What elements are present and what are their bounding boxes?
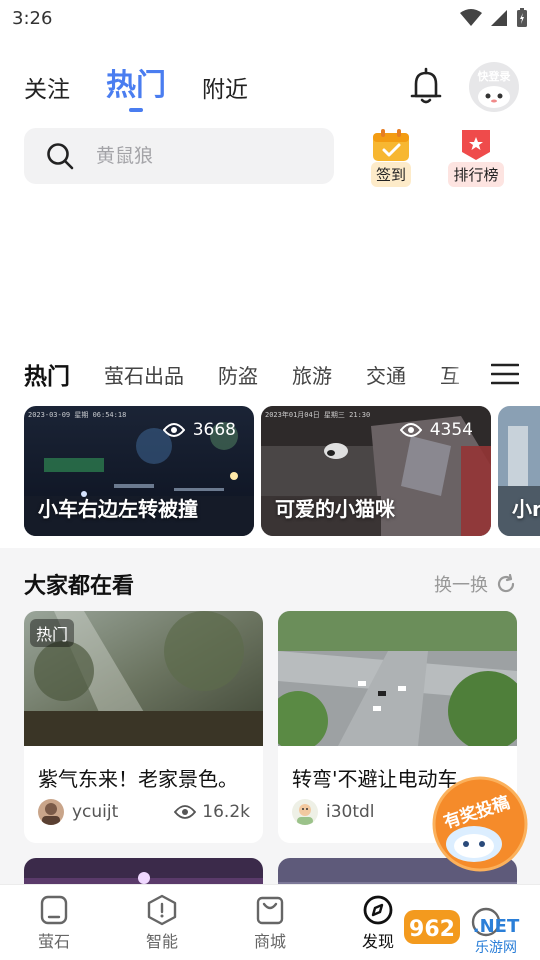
nav-smart[interactable]: 智能 <box>108 885 216 960</box>
menu-icon <box>491 363 519 385</box>
hot-video-card[interactable]: 2023年01月04日 星期三 21:30 4354 可爱的小猫咪 <box>261 406 491 536</box>
bell-icon[interactable] <box>408 66 444 106</box>
category-traffic[interactable]: 交通 <box>366 360 406 389</box>
status-icons <box>460 8 528 28</box>
nav-label: 智能 <box>145 931 178 951</box>
category-menu-button[interactable] <box>470 346 540 402</box>
section-header: 大家都在看 换一换 <box>24 568 516 600</box>
hot-tag: 热门 <box>30 619 75 647</box>
hot-video-strip: 2023-03-09 星期 06:54:18 3668 小车右边左转被撞 202… <box>0 402 540 548</box>
svg-text:.NET: .NET <box>473 916 520 937</box>
video-title: 小n <box>512 497 540 521</box>
hot-video-card[interactable]: 小n <box>498 406 540 536</box>
feed-thumbnail: 热门 <box>24 611 263 746</box>
video-timestamp: 2023年01月04日 星期三 21:30 <box>265 411 371 419</box>
eye-icon <box>162 423 185 437</box>
sign-in-button[interactable]: 签到 <box>360 128 422 187</box>
calendar-check-icon <box>373 129 409 161</box>
signal-icon <box>491 10 507 26</box>
reward-submit-button[interactable]: 有奖投稿 <box>432 776 528 872</box>
feed-thumbnail-image <box>278 611 517 746</box>
ranking-badge-icon <box>462 130 490 160</box>
tab-nearby[interactable]: 附近 <box>202 70 248 104</box>
views-count: 16.2k <box>202 802 250 822</box>
tab-following[interactable]: 关注 <box>24 70 70 104</box>
sign-in-label: 签到 <box>370 162 411 187</box>
category-more[interactable]: 互 <box>440 360 460 389</box>
video-title: 可爱的小猫咪 <box>275 497 395 521</box>
status-time: 3:26 <box>12 7 53 29</box>
refresh-icon <box>497 574 515 593</box>
views-count: 4354 <box>429 420 473 440</box>
avatar-image <box>38 799 64 825</box>
svg-text:乐游网: 乐游网 <box>475 940 517 956</box>
nav-label: 发现 <box>361 931 394 951</box>
hot-video-card[interactable]: 2023-03-09 星期 06:54:18 3668 小车右边左转被撞 <box>24 406 254 536</box>
user-name[interactable]: i30tdl <box>326 802 375 822</box>
eye-icon <box>174 805 197 819</box>
video-views: 3668 <box>162 420 236 440</box>
search-input[interactable] <box>96 145 296 167</box>
feed-card[interactable]: 热门 紫气东来！老家景色。 ycuijt 16.2k <box>24 611 263 843</box>
home-icon <box>40 895 68 924</box>
feed-title: 紫气东来！老家景色。 <box>38 767 238 791</box>
watermark-logo: 962 .NET 乐游网 <box>404 910 520 956</box>
site-watermark: 962 .NET 乐游网 <box>400 906 534 958</box>
category-bar: 热门 萤石出品 防盗 旅游 交通 互 <box>0 346 540 402</box>
feed-thumbnail <box>278 611 517 746</box>
video-timestamp: 2023-03-09 星期 06:54:18 <box>28 411 127 419</box>
avatar-image <box>292 799 318 825</box>
status-bar: 3:26 <box>0 0 540 36</box>
battery-icon <box>517 8 527 27</box>
refresh-button[interactable]: 换一换 <box>434 571 516 597</box>
user-avatar[interactable] <box>38 799 64 825</box>
section-title: 大家都在看 <box>24 574 135 599</box>
shop-icon <box>256 896 284 924</box>
user-avatar[interactable] <box>292 799 318 825</box>
search-icon <box>47 143 74 170</box>
top-tabs: 关注 热门 附近 <box>24 60 248 104</box>
refresh-label: 换一换 <box>434 575 488 596</box>
login-avatar[interactable]: 快登录 <box>469 62 519 112</box>
ranking-button[interactable]: 排行榜 <box>445 128 507 187</box>
nav-shop[interactable]: 商城 <box>216 885 324 960</box>
svg-text:962: 962 <box>409 917 455 942</box>
category-travel[interactable]: 旅游 <box>292 360 332 389</box>
search-box[interactable] <box>24 128 334 184</box>
smart-icon <box>147 894 177 925</box>
feed-views: 16.2k <box>174 802 250 822</box>
video-views: 4354 <box>399 420 473 440</box>
category-hot[interactable]: 热门 <box>24 357 70 391</box>
views-count: 3668 <box>192 420 236 440</box>
compass-icon <box>363 895 393 924</box>
feed-meta: ycuijt 16.2k <box>38 799 250 825</box>
wifi-icon <box>460 9 482 26</box>
avatar-label: 快登录 <box>477 70 511 83</box>
eye-icon <box>399 423 422 437</box>
ranking-label: 排行榜 <box>448 162 504 187</box>
nav-ezviz[interactable]: 萤石 <box>0 885 108 960</box>
category-anti-theft[interactable]: 防盗 <box>218 360 258 389</box>
user-name[interactable]: ycuijt <box>72 802 118 822</box>
category-ezviz[interactable]: 萤石出品 <box>104 360 184 389</box>
nav-label: 萤石 <box>37 931 70 951</box>
tab-hot[interactable]: 热门 <box>106 60 166 104</box>
app-screen: 3:26 关注 热门 附近 快登录 黄鼠狼 签到 排行榜 热门 萤石出品 防盗 … <box>0 0 540 960</box>
header: 关注 热门 附近 快登录 黄鼠狼 签到 排行榜 <box>0 36 540 346</box>
video-title: 小车右边左转被撞 <box>38 497 198 521</box>
nav-label: 商城 <box>253 931 286 951</box>
